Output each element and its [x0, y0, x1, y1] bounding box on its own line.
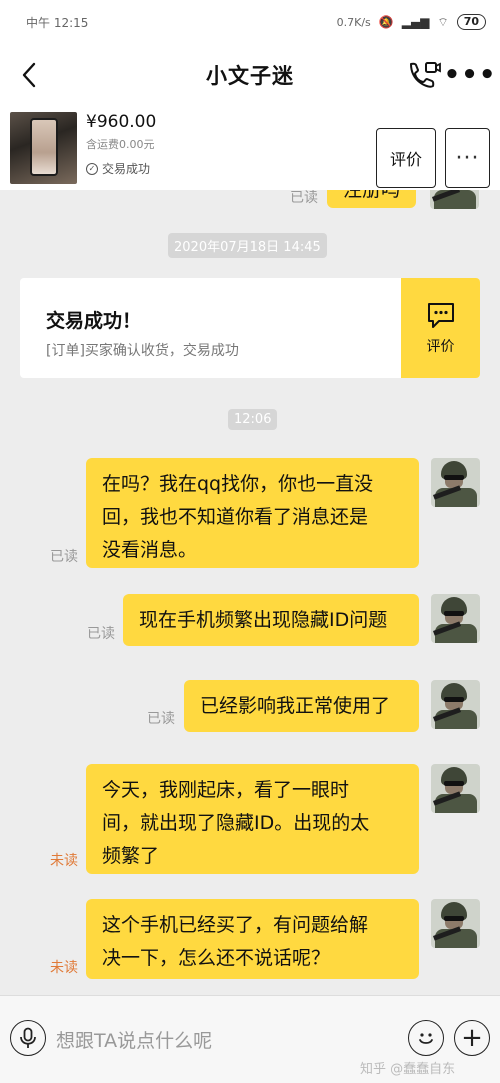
- timestamp: 2020年07月18日 14:45: [168, 233, 327, 258]
- order-review-button[interactable]: 评价: [401, 278, 480, 378]
- signal-icon: ▂▄▆: [401, 15, 430, 29]
- avatar[interactable]: [431, 680, 480, 729]
- avatar[interactable]: [431, 764, 480, 813]
- product-price: ¥960.00: [86, 112, 157, 132]
- microphone-icon: [20, 1027, 36, 1048]
- message-line: 决一下，怎么还不说话呢？: [102, 947, 331, 969]
- read-status: 已读: [147, 711, 175, 727]
- unread-status: 未读: [50, 853, 78, 869]
- timestamp: 12:06: [228, 409, 278, 430]
- avatar[interactable]: [431, 594, 480, 643]
- message-bubble[interactable]: 今天，我刚起床，看了一眼时 间，就出现了隐藏ID。出现的太 频繁了: [86, 764, 419, 874]
- order-review-label: 评价: [426, 339, 455, 355]
- message-line: 回，我也不知道你看了消息还是: [102, 506, 369, 528]
- order-card[interactable]: 交易成功！ [订单]买家确认收货，交易成功 评价: [20, 278, 480, 378]
- order-description: [订单]买家确认收货，交易成功: [46, 343, 239, 359]
- message-bubble[interactable]: 已经影响我正常使用了: [184, 680, 419, 732]
- battery-indicator: 70: [456, 14, 486, 30]
- more-options-icon[interactable]: •••: [444, 58, 496, 92]
- message-input[interactable]: 想跟TA说点什么呢: [56, 1026, 212, 1053]
- product-status-text: 交易成功: [102, 162, 151, 176]
- message-line: 这个手机已经买了，有问题给解: [102, 914, 369, 936]
- order-title: 交易成功！: [46, 310, 142, 332]
- message-bubble[interactable]: 这个手机已经买了，有问题给解 决一下，怎么还不说话呢？: [86, 899, 419, 979]
- unread-status: 未读: [50, 960, 78, 976]
- avatar[interactable]: [431, 458, 480, 507]
- message-bubble[interactable]: 注册吗: [327, 190, 417, 208]
- call-button[interactable]: [406, 58, 442, 92]
- status-bar: 中午 12:15 0.7K/s 🔕 ▂▄▆ ⌔ 70: [0, 0, 500, 44]
- avatar[interactable]: [431, 899, 480, 948]
- message-bubble[interactable]: 在吗？我在qq找你，你也一直没 回，我也不知道你看了消息还是 没看消息。: [86, 458, 419, 568]
- voice-button[interactable]: [10, 1020, 46, 1056]
- back-button[interactable]: [14, 58, 44, 92]
- read-status: 已读: [87, 626, 115, 642]
- message-line: 现在手机频繁出现隐藏ID问题: [139, 609, 388, 631]
- chevron-left-icon: [22, 62, 36, 88]
- status-icons: 0.7K/s 🔕 ▂▄▆ ⌔ 70: [337, 14, 486, 30]
- phone-video-icon: [410, 62, 441, 88]
- message-bubble[interactable]: 现在手机频繁出现隐藏ID问题: [123, 594, 419, 646]
- message-line: 频繁了: [102, 845, 160, 867]
- chat-area[interactable]: 已读 注册吗 2020年07月18日 14:45 交易成功！ [订单]买家确认收…: [0, 190, 500, 995]
- nav-bar: 小文子迷 •••: [0, 44, 500, 106]
- read-status: 已读: [50, 549, 78, 565]
- message-line: 今天，我刚起床，看了一眼时: [102, 779, 350, 801]
- watermark: 知乎 @蠢蠢自东: [360, 1062, 456, 1077]
- product-bar[interactable]: ¥960.00 含运费0.00元 ✓ 交易成功 评价 ···: [0, 106, 500, 190]
- message-text: 注册吗: [343, 190, 401, 201]
- smiley-icon: [419, 1033, 433, 1044]
- mute-icon: 🔕: [378, 15, 394, 29]
- message-line: 已经影响我正常使用了: [200, 695, 391, 717]
- message-line: 间，就出现了隐藏ID。出现的太: [102, 812, 370, 834]
- product-thumbnail[interactable]: [10, 112, 77, 184]
- read-status: 已读: [290, 190, 318, 206]
- emoji-button[interactable]: [408, 1020, 444, 1056]
- review-button[interactable]: 评价: [376, 128, 436, 188]
- product-shipping: 含运费0.00元: [86, 138, 155, 151]
- page-title: 小文子迷: [206, 64, 294, 88]
- message-line: 没看消息。: [102, 539, 198, 561]
- network-speed: 0.7K/s: [336, 15, 371, 29]
- wifi-icon: ⌔: [437, 14, 449, 29]
- avatar[interactable]: [430, 190, 479, 209]
- status-time: 中午 12:15: [26, 15, 89, 30]
- check-circle-icon: ✓: [86, 162, 98, 175]
- plus-icon: +: [461, 1023, 483, 1053]
- add-attachment-button[interactable]: +: [454, 1020, 490, 1056]
- product-status: ✓ 交易成功: [86, 160, 150, 177]
- chat-bubble-icon: [427, 303, 454, 328]
- product-more-button[interactable]: ···: [445, 128, 490, 188]
- message-line: 在吗？我在qq找你，你也一直没: [102, 473, 374, 495]
